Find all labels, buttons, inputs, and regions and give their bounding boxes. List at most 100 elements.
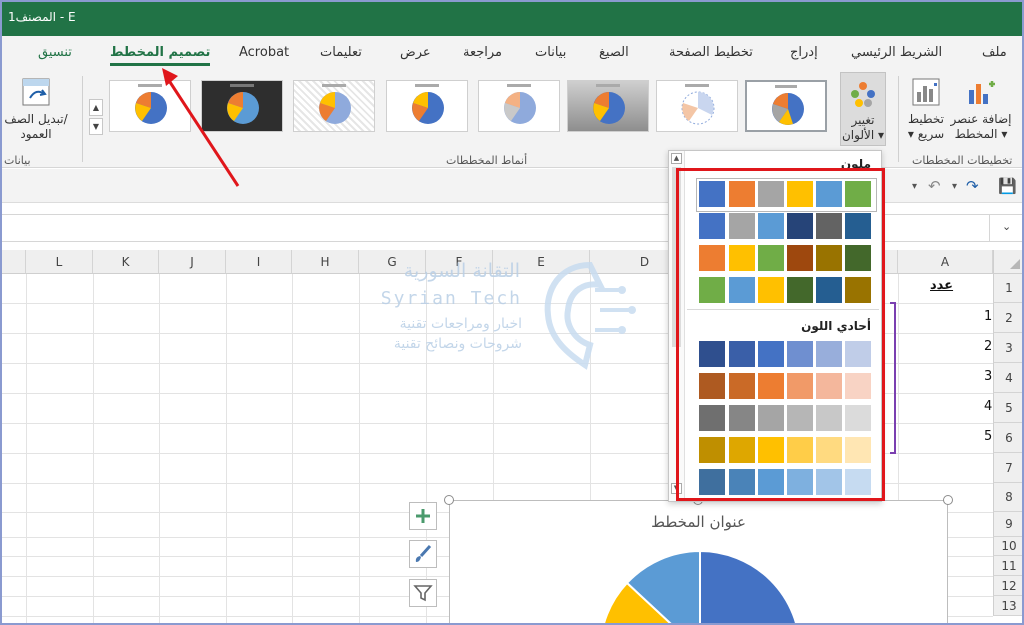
color-swatch bbox=[729, 469, 755, 495]
col-header-l[interactable]: L bbox=[26, 250, 93, 274]
undo-icon[interactable]: ↶ bbox=[928, 177, 941, 195]
tab-home[interactable]: الشريط الرئيسي bbox=[851, 45, 942, 60]
color-swatch bbox=[845, 373, 871, 399]
chart-style-thumb[interactable] bbox=[293, 80, 375, 132]
cell-a6[interactable]: 5 bbox=[984, 429, 992, 444]
color-swatch bbox=[787, 469, 813, 495]
col-header-a[interactable]: A bbox=[898, 250, 993, 274]
chart-style-thumb[interactable] bbox=[567, 80, 649, 132]
watermark-line-3: اخبار ومراجعات تقنية bbox=[399, 316, 522, 332]
thumb-title-bar bbox=[685, 84, 709, 87]
chart-style-thumb[interactable] bbox=[745, 80, 827, 132]
save-icon[interactable]: 💾 bbox=[998, 177, 1017, 195]
tab-page-layout[interactable]: تخطيط الصفحة bbox=[669, 45, 753, 60]
switch-row-column-button[interactable]: تبديل الصف/ العمود bbox=[0, 76, 72, 142]
pie-chart[interactable]: عنوان المخطط bbox=[449, 500, 948, 625]
add-chart-element-label-1: إضافة عنصر bbox=[950, 112, 1012, 126]
chart-filters-button[interactable] bbox=[409, 579, 437, 607]
select-all-corner[interactable] bbox=[993, 250, 1024, 274]
quick-layout-button[interactable]: تخطيط ▾ سريع bbox=[902, 76, 950, 142]
color-swatch bbox=[816, 245, 842, 271]
resize-handle[interactable] bbox=[943, 495, 953, 505]
change-colors-button[interactable]: تغيير الألوان ▾ bbox=[840, 72, 886, 146]
chart-style-thumb[interactable] bbox=[656, 80, 738, 132]
cell-a2[interactable]: 1 bbox=[984, 309, 992, 324]
cell-a3[interactable]: 2 bbox=[984, 339, 992, 354]
row-header-7[interactable]: 7 bbox=[993, 453, 1024, 483]
color-scheme-colorful-3[interactable] bbox=[699, 245, 874, 273]
col-header-j[interactable]: J bbox=[159, 250, 226, 274]
col-header-i[interactable]: I bbox=[226, 250, 292, 274]
tab-chart-design[interactable]: تصميم المخطط bbox=[110, 45, 211, 66]
tab-formulas[interactable]: الصيغ bbox=[599, 45, 629, 60]
color-scheme-mono-1[interactable] bbox=[699, 341, 874, 369]
row-header-8[interactable]: 8 bbox=[993, 483, 1024, 512]
tab-review[interactable]: مراجعة bbox=[463, 45, 502, 60]
row-header-11[interactable]: 11 bbox=[993, 556, 1024, 576]
tab-acrobat[interactable]: Acrobat bbox=[239, 45, 289, 60]
row-header-5[interactable]: 5 bbox=[993, 393, 1024, 423]
color-swatch bbox=[787, 437, 813, 463]
tab-file[interactable]: ملف bbox=[982, 45, 1007, 60]
undo-dropdown-icon[interactable]: ▾ bbox=[952, 181, 957, 192]
row-header-6[interactable]: 6 bbox=[993, 423, 1024, 453]
chart-styles-button[interactable] bbox=[409, 540, 437, 568]
pie-thumb-icon bbox=[319, 92, 351, 124]
switch-row-column-label-1: تبديل الصف/ bbox=[4, 112, 68, 126]
col-header-k[interactable]: K bbox=[93, 250, 159, 274]
row-header-13[interactable]: 13 bbox=[993, 596, 1024, 616]
gallery-scroll-up[interactable]: ▲ bbox=[89, 99, 103, 116]
pie-slice-1[interactable] bbox=[699, 551, 800, 625]
chart-elements-button[interactable] bbox=[409, 502, 437, 530]
col-header-partial[interactable] bbox=[0, 250, 26, 274]
cell-a5[interactable]: 4 bbox=[984, 399, 992, 414]
color-swatch bbox=[816, 181, 842, 207]
cell-a1[interactable]: عدد bbox=[930, 278, 953, 293]
col-header-h[interactable]: H bbox=[292, 250, 359, 274]
chart-title[interactable]: عنوان المخطط bbox=[450, 513, 947, 531]
scroll-up-arrow[interactable]: ▲ bbox=[671, 153, 682, 164]
tab-insert[interactable]: إدراج bbox=[790, 45, 818, 60]
color-swatch bbox=[758, 277, 784, 303]
row-header-4[interactable]: 4 bbox=[993, 363, 1024, 393]
colorful-heading: ملون bbox=[840, 157, 871, 171]
dropdown-scrollbar[interactable]: ▲ ▼ bbox=[669, 151, 685, 501]
color-scheme-mono-5[interactable] bbox=[699, 469, 874, 497]
customize-qa-icon[interactable]: ▾ bbox=[912, 181, 917, 192]
row-header-12[interactable]: 12 bbox=[993, 576, 1024, 596]
row-header-1[interactable]: 1 bbox=[993, 274, 1024, 303]
scroll-thumb[interactable] bbox=[672, 167, 681, 347]
color-swatch bbox=[699, 469, 725, 495]
tab-format[interactable]: تنسيق bbox=[38, 45, 72, 60]
thumb-title-bar bbox=[322, 84, 346, 87]
color-swatch bbox=[758, 405, 784, 431]
color-scheme-colorful-4[interactable] bbox=[699, 277, 874, 305]
color-scheme-mono-4[interactable] bbox=[699, 437, 874, 465]
gallery-more-button[interactable]: ▼ bbox=[89, 118, 103, 135]
row-header-9[interactable]: 9 bbox=[993, 512, 1024, 537]
color-swatch bbox=[729, 341, 755, 367]
expand-formula-icon[interactable]: ⌄ bbox=[1002, 220, 1011, 233]
color-swatch bbox=[845, 405, 871, 431]
color-swatch bbox=[758, 245, 784, 271]
pie-plot[interactable] bbox=[600, 551, 800, 625]
row-header-3[interactable]: 3 bbox=[993, 333, 1024, 363]
tab-help[interactable]: تعليمات bbox=[320, 45, 362, 60]
tab-data[interactable]: بيانات bbox=[535, 45, 566, 60]
row-header-2[interactable]: 2 bbox=[993, 303, 1024, 333]
add-chart-element-button[interactable]: إضافة عنصر المخطط ▾ bbox=[950, 76, 1012, 142]
color-scheme-mono-3[interactable] bbox=[699, 405, 874, 433]
chart-style-thumb[interactable] bbox=[386, 80, 468, 132]
color-scheme-colorful-2[interactable] bbox=[699, 213, 874, 241]
cell-a4[interactable]: 3 bbox=[984, 369, 992, 384]
tab-view[interactable]: عرض bbox=[400, 45, 431, 60]
redo-icon[interactable]: ↷ bbox=[966, 177, 979, 195]
row-header-10[interactable]: 10 bbox=[993, 537, 1024, 556]
resize-handle[interactable] bbox=[444, 495, 454, 505]
color-scheme-mono-2[interactable] bbox=[699, 373, 874, 401]
group-label-data: بيانات bbox=[4, 154, 31, 167]
color-scheme-colorful-1[interactable] bbox=[696, 178, 877, 212]
scroll-down-arrow[interactable]: ▼ bbox=[671, 483, 682, 494]
color-swatch bbox=[729, 437, 755, 463]
chart-style-thumb[interactable] bbox=[478, 80, 560, 132]
